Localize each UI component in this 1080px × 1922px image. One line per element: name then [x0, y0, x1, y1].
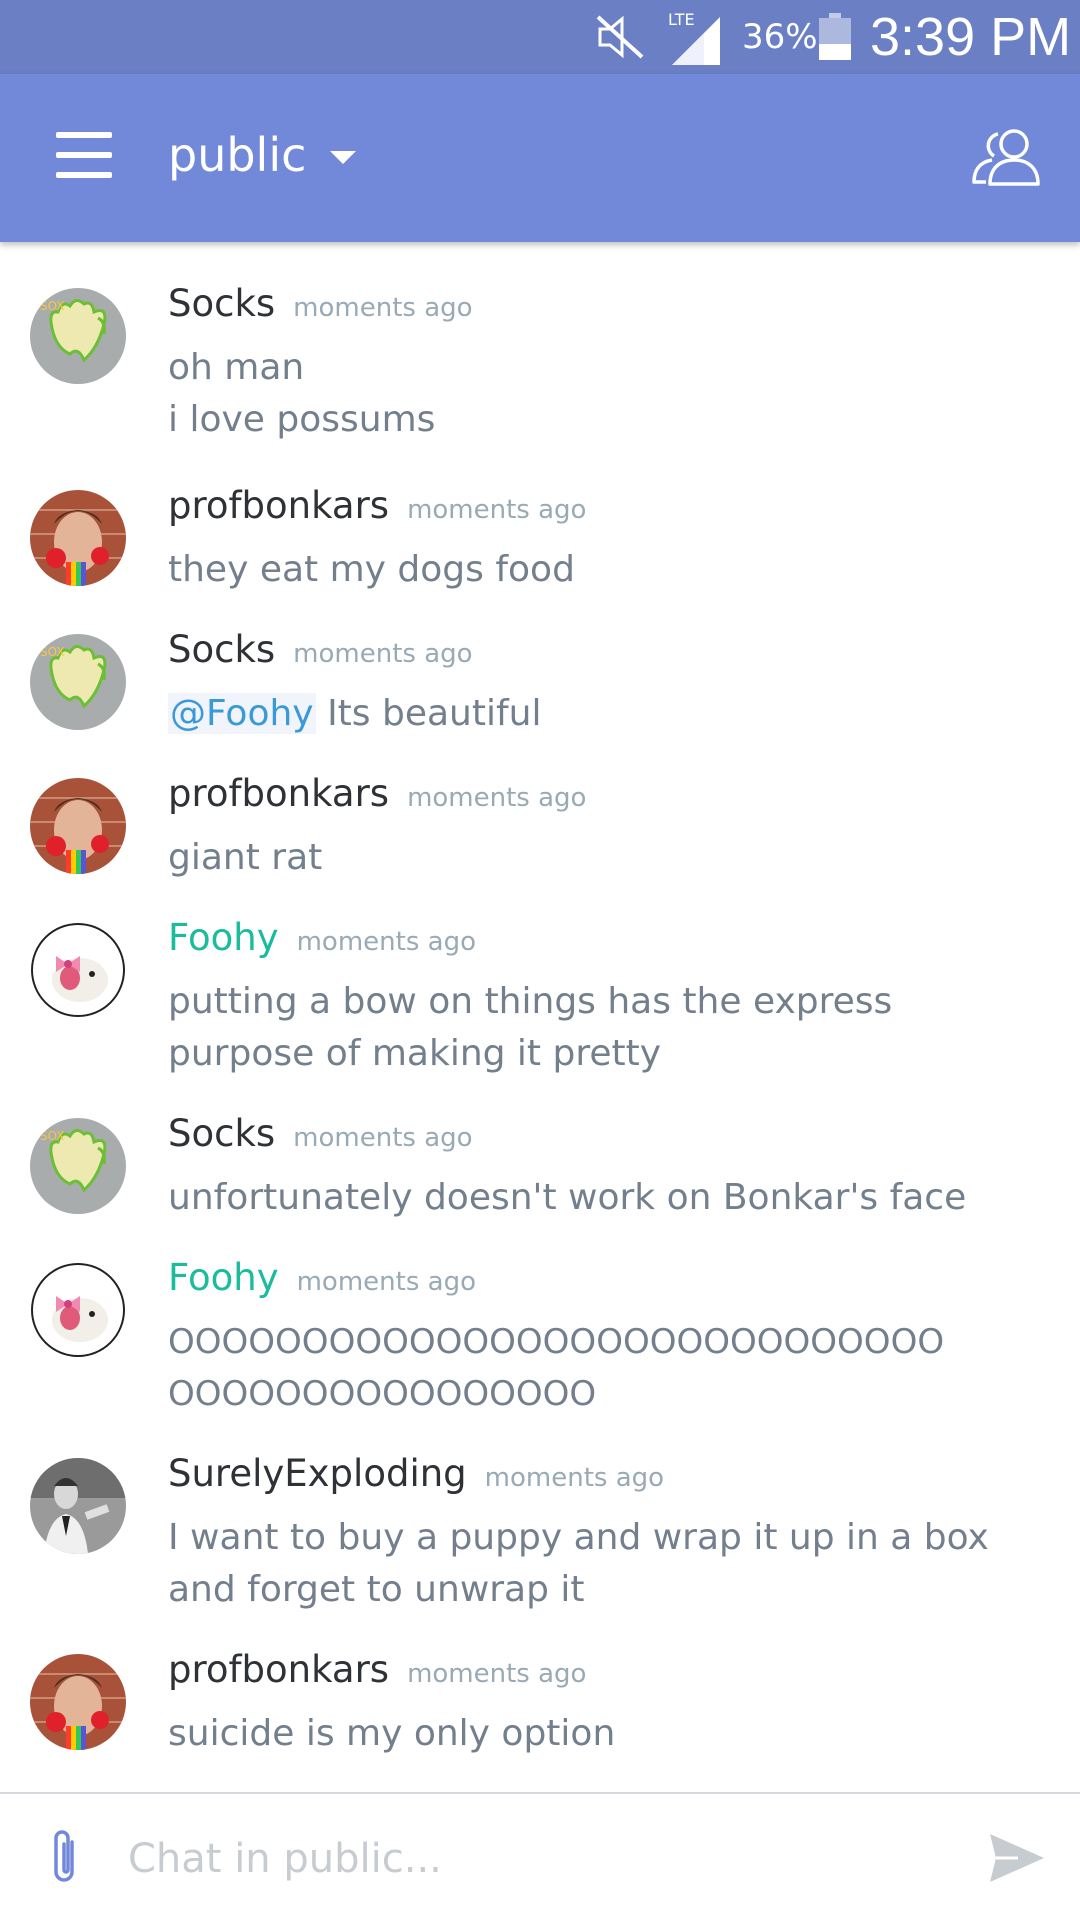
username[interactable]: profbonkars moments ago	[168, 772, 586, 815]
clock: 3:39 PM	[870, 7, 1072, 67]
message-list[interactable]: SOX Socks moments ago oh man i love possu…	[0, 242, 1080, 1792]
avatar[interactable]	[30, 490, 126, 586]
avatar[interactable]: SOX	[30, 634, 126, 730]
chat-input-bar	[0, 1792, 1080, 1922]
username[interactable]: profbonkars moments ago	[168, 484, 586, 527]
username[interactable]: Foohy moments ago	[168, 916, 476, 959]
signal-icon: LTE	[664, 0, 726, 74]
username[interactable]: Socks moments ago	[168, 628, 473, 671]
avatar[interactable]	[30, 1262, 126, 1358]
send-icon[interactable]	[988, 1832, 1046, 1884]
avatar[interactable]	[30, 1458, 126, 1554]
chat-input[interactable]	[126, 1824, 950, 1894]
username[interactable]: Foohy moments ago	[168, 1256, 476, 1299]
message: SOX Socks moments ago oh man i love possu…	[0, 242, 1080, 442]
username[interactable]: Socks moments ago	[168, 1112, 473, 1155]
avatar[interactable]: SOX	[30, 288, 126, 384]
timestamp: moments ago	[296, 1267, 476, 1297]
mute-icon	[592, 0, 648, 74]
svg-text:SOX: SOX	[40, 1129, 65, 1143]
status-bar: LTE 36% 3:39 PM	[0, 0, 1080, 74]
app-bar: public	[0, 74, 1080, 242]
avatar[interactable]	[30, 922, 126, 1018]
message-text: suicide is my only option	[168, 1713, 616, 1754]
battery-icon	[818, 0, 852, 74]
message-text: unfortunately doesn't work on Bonkar's f…	[168, 1177, 967, 1218]
message-text: oh man i love possums	[168, 347, 436, 440]
svg-text:SOX: SOX	[40, 645, 65, 659]
avatar[interactable]	[30, 778, 126, 874]
timestamp: moments ago	[296, 927, 476, 957]
paperclip-icon[interactable]	[44, 1828, 84, 1888]
username[interactable]: Socks moments ago	[168, 282, 473, 325]
network-type: LTE	[668, 10, 695, 29]
username[interactable]: SurelyExploding moments ago	[168, 1452, 664, 1495]
channel-selector[interactable]: public	[168, 122, 357, 188]
message-text: OOOOOOOOOOOOOOOOOOOOOOOOOOOOO OOOOOOOOOO…	[168, 1322, 945, 1414]
username[interactable]: profbonkars moments ago	[168, 1648, 586, 1691]
message-text: I want to buy a puppy and wrap it up in …	[168, 1517, 989, 1610]
message-text: they eat my dogs food	[168, 549, 575, 590]
timestamp: moments ago	[293, 1123, 473, 1153]
message-text: putting a bow on things has the express …	[168, 981, 893, 1074]
hamburger-menu-icon[interactable]	[56, 132, 112, 178]
message-text: giant rat	[168, 837, 323, 878]
svg-text:SOX: SOX	[40, 299, 65, 313]
avatar[interactable]	[30, 1654, 126, 1750]
timestamp: moments ago	[407, 1659, 587, 1689]
message-text: @Foohy Its beautiful	[168, 693, 542, 734]
timestamp: moments ago	[293, 639, 473, 669]
timestamp: moments ago	[484, 1463, 665, 1493]
timestamp: moments ago	[293, 293, 473, 323]
channel-name: public	[168, 128, 307, 182]
dropdown-caret-icon	[330, 150, 357, 164]
timestamp: moments ago	[407, 495, 587, 525]
battery-percent: 36%	[742, 17, 818, 57]
avatar[interactable]: SOX	[30, 1118, 126, 1214]
user-mention[interactable]: @Foohy	[168, 693, 316, 734]
timestamp: moments ago	[407, 783, 587, 813]
members-icon[interactable]	[968, 126, 1048, 188]
